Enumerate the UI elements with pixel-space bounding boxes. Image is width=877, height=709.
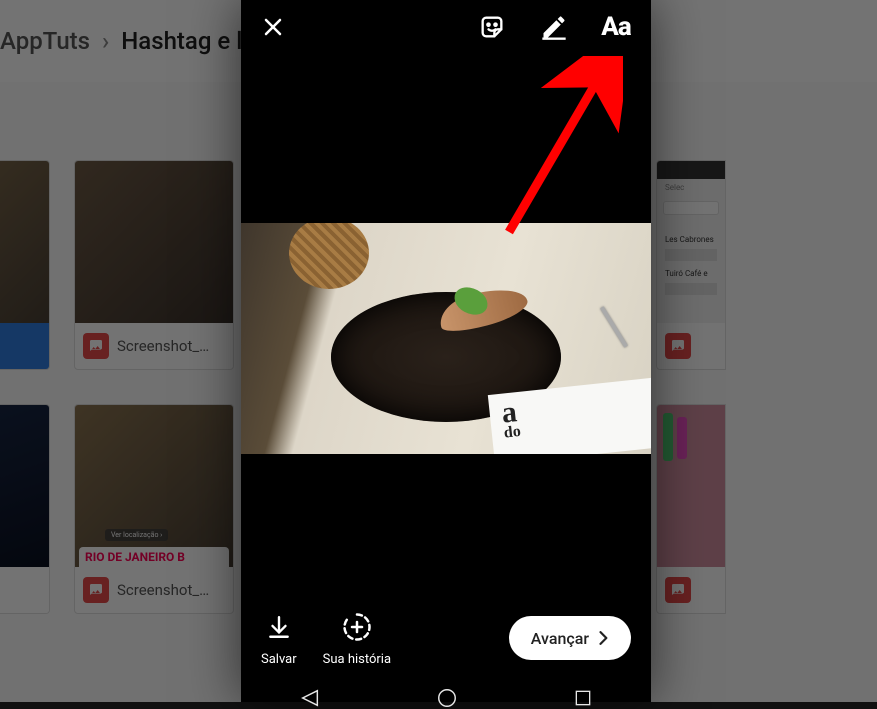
draw-button[interactable] [537,10,571,44]
your-story-button[interactable]: Sua história [323,610,391,667]
add-story-icon [340,610,374,644]
story-toolbar: Aa [241,0,651,54]
android-nav-bar [241,690,651,706]
chevron-right-icon [593,628,613,648]
save-button[interactable]: Salvar [261,610,297,667]
text-tool-button[interactable]: Aa [599,10,633,44]
back-nav-icon[interactable] [299,687,321,709]
download-icon [262,610,296,644]
home-nav-icon[interactable] [436,687,458,709]
next-button[interactable]: Avançar [509,616,631,660]
save-label: Salvar [261,652,297,667]
annotation-arrow [503,56,623,236]
story-bottom-bar: Salvar Sua história Avançar [241,582,651,702]
your-story-label: Sua história [323,652,391,667]
story-photo[interactable]: ado [241,223,651,454]
sticker-button[interactable] [475,10,509,44]
close-button[interactable] [259,13,287,41]
recents-nav-icon[interactable] [573,688,593,708]
story-editor: Aa ado Salvar [241,0,651,702]
next-label: Avançar [531,629,589,648]
